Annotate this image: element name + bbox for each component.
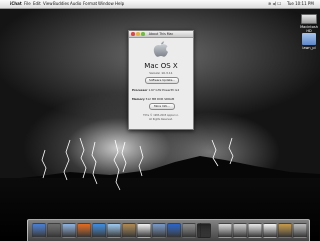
about-this-mac-window: About This Mac Mac OS X Version 10.3.11 … bbox=[128, 30, 194, 130]
menu-edit[interactable]: Edit bbox=[33, 0, 41, 8]
itunes-icon[interactable] bbox=[107, 223, 121, 238]
status-menu-icons[interactable]: ≋ ◂) ☐ bbox=[268, 0, 281, 8]
processor-row: Processor 1.67 GHz PowerPC G4 bbox=[132, 88, 190, 92]
system-preferences-icon[interactable] bbox=[182, 223, 196, 238]
desktop-icon-label: Macintosh HD bbox=[300, 25, 318, 33]
menu-view[interactable]: View bbox=[43, 0, 53, 8]
window-thumbnail-3[interactable] bbox=[248, 223, 262, 238]
dashboard-icon[interactable] bbox=[47, 223, 61, 238]
os-name: Mac OS X bbox=[144, 62, 178, 70]
menu-clock[interactable]: Tue 10:11 PM bbox=[287, 0, 314, 8]
mail-icon[interactable] bbox=[62, 223, 76, 238]
os-version: Version 10.3.11 bbox=[149, 71, 173, 75]
rights-line: All Rights Reserved. bbox=[149, 118, 173, 121]
menu-help[interactable]: Help bbox=[115, 0, 124, 8]
terminal-icon[interactable] bbox=[197, 223, 211, 238]
processor-value: 1.67 GHz PowerPC G4 bbox=[148, 88, 180, 92]
window-thumbnail-1[interactable] bbox=[218, 223, 232, 238]
photo-icon[interactable] bbox=[278, 223, 292, 238]
desktop-icon-label: lawn_pl bbox=[302, 46, 316, 50]
memory-row: Memory 512 MB DDR SDRAM bbox=[132, 97, 190, 101]
more-info-button[interactable]: More Info... bbox=[149, 103, 175, 110]
finder-icon[interactable] bbox=[32, 223, 46, 238]
quicktime-icon[interactable] bbox=[167, 223, 181, 238]
document-icon[interactable] bbox=[263, 223, 277, 238]
address-book-icon[interactable] bbox=[122, 223, 136, 238]
preview-icon[interactable] bbox=[152, 223, 166, 238]
menu-format[interactable]: Format bbox=[83, 0, 97, 8]
hard-drive-icon bbox=[301, 14, 317, 24]
menu-file[interactable]: File bbox=[24, 0, 31, 8]
menu-buddies[interactable]: Buddies bbox=[53, 0, 69, 8]
menu-bar: iChat File Edit View Buddies Audio Forma… bbox=[0, 0, 320, 9]
copyright-line: TM & © 1983-2005 Apple Inc. bbox=[143, 114, 179, 117]
window-titlebar[interactable]: About This Mac bbox=[129, 31, 193, 38]
dock bbox=[27, 219, 310, 241]
menu-window[interactable]: Window bbox=[98, 0, 114, 8]
desktop-icon-folder[interactable]: lawn_pl bbox=[298, 33, 320, 50]
software-update-button[interactable]: Software Update... bbox=[145, 77, 179, 84]
processor-label: Processor bbox=[132, 88, 148, 92]
window-title: About This Mac bbox=[148, 32, 174, 36]
trash-icon[interactable] bbox=[293, 223, 307, 238]
firefox-icon[interactable] bbox=[77, 223, 91, 238]
folder-icon bbox=[302, 33, 316, 45]
menu-audio[interactable]: Audio bbox=[70, 0, 81, 8]
ical-icon[interactable] bbox=[137, 223, 151, 238]
menu-app-name[interactable]: iChat bbox=[10, 0, 22, 8]
apple-logo-icon bbox=[153, 41, 168, 57]
ichat-icon[interactable] bbox=[92, 223, 106, 238]
memory-label: Memory bbox=[132, 97, 145, 101]
memory-value: 512 MB DDR SDRAM bbox=[145, 97, 175, 101]
desktop-icon-macintosh-hd[interactable]: Macintosh HD bbox=[298, 11, 320, 33]
window-thumbnail-2[interactable] bbox=[233, 223, 247, 238]
